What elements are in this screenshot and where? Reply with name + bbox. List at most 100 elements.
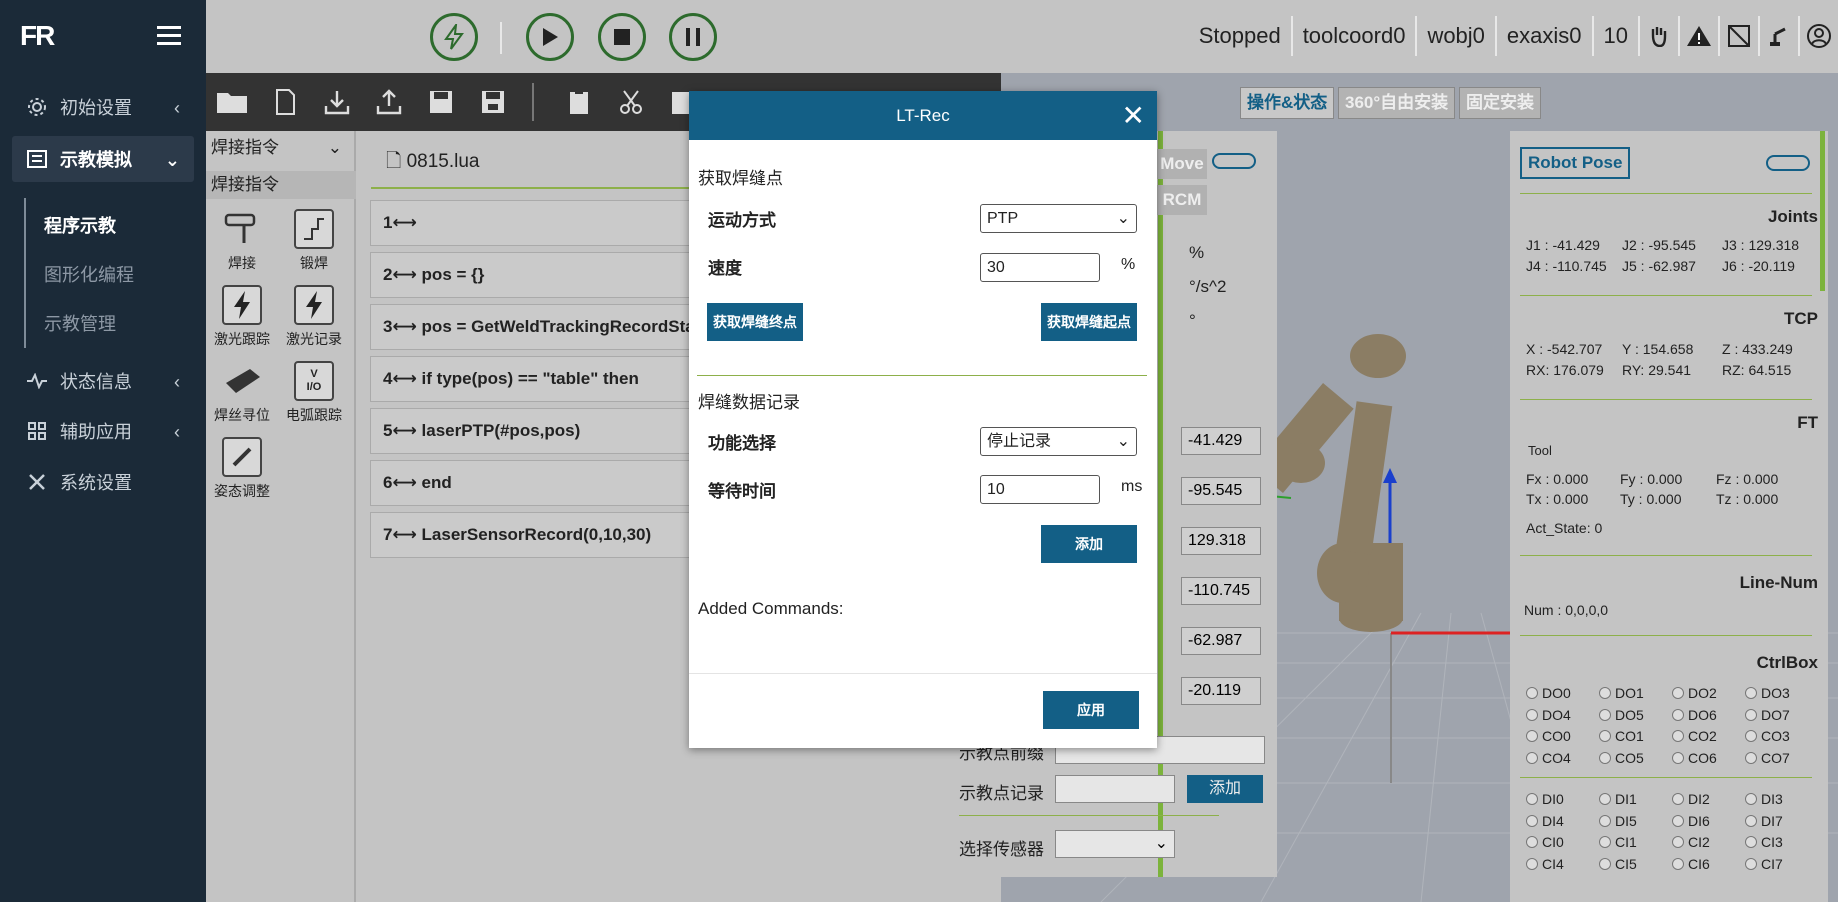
close-icon[interactable]: ✕: [1122, 91, 1145, 140]
robot-arm-icon[interactable]: [1758, 16, 1798, 56]
get-weld-end-button[interactable]: 获取焊缝终点: [707, 303, 803, 341]
io-ci5[interactable]: CI5: [1599, 856, 1637, 872]
io-ci0[interactable]: CI0: [1526, 834, 1564, 850]
tool-wire-search[interactable]: 焊丝寻位: [212, 361, 272, 425]
io-di7[interactable]: DI7: [1745, 813, 1783, 829]
io-co0[interactable]: CO0: [1526, 728, 1571, 744]
io-ci3[interactable]: CI3: [1745, 834, 1783, 850]
save-as-icon[interactable]: [480, 89, 506, 115]
tool-laser-record[interactable]: 激光记录: [284, 285, 344, 349]
add-teach-point-button[interactable]: 添加: [1187, 775, 1263, 803]
get-weld-start-button[interactable]: 获取焊缝起点: [1041, 303, 1137, 341]
new-file-icon[interactable]: [272, 89, 298, 115]
io-di6[interactable]: DI6: [1672, 813, 1710, 829]
instruction-category-select[interactable]: 焊接指令 ⌄: [206, 133, 356, 163]
io-co3[interactable]: CO3: [1745, 728, 1790, 744]
warning-icon[interactable]: [1678, 16, 1718, 56]
speed-value[interactable]: 10: [1591, 16, 1638, 56]
hand-icon[interactable]: [1638, 16, 1678, 56]
tool-pose-adjust[interactable]: 姿态调整: [212, 437, 272, 501]
divider: [1520, 777, 1812, 778]
io-di1[interactable]: DI1: [1599, 791, 1637, 807]
io-co6[interactable]: CO6: [1672, 750, 1717, 766]
divider: [532, 83, 534, 121]
io-co5[interactable]: CO5: [1599, 750, 1644, 766]
io-do5[interactable]: DO5: [1599, 707, 1644, 723]
radio-icon: [1745, 814, 1757, 827]
io-di0[interactable]: DI0: [1526, 791, 1564, 807]
speed-input[interactable]: 30: [980, 253, 1100, 282]
pose-toggle[interactable]: [1766, 155, 1810, 171]
menu-icon[interactable]: [157, 26, 181, 46]
pause-button[interactable]: [669, 13, 717, 61]
status-bar: Stopped toolcoord0 wobj0 exaxis0 10: [1189, 16, 1838, 56]
function-select[interactable]: 停止记录 ⌄: [980, 427, 1137, 456]
io-co2[interactable]: CO2: [1672, 728, 1717, 744]
tool-arc-track[interactable]: V I/O 电弧跟踪: [284, 361, 344, 425]
io-co1[interactable]: CO1: [1599, 728, 1644, 744]
save-icon[interactable]: [428, 89, 454, 115]
tool-coord[interactable]: toolcoord0: [1290, 16, 1416, 56]
radio-icon: [1526, 836, 1538, 848]
radio-icon: [1745, 751, 1757, 764]
io-do0[interactable]: DO0: [1526, 685, 1571, 701]
io-do4[interactable]: DO4: [1526, 707, 1571, 723]
io-co7[interactable]: CO7: [1745, 750, 1790, 766]
move-toggle[interactable]: [1212, 153, 1256, 169]
clipboard-icon[interactable]: [566, 89, 592, 115]
io-ci7[interactable]: CI7: [1745, 856, 1783, 872]
user-icon[interactable]: [1798, 16, 1838, 56]
open-folder-icon[interactable]: [216, 89, 248, 115]
io-ci4[interactable]: CI4: [1526, 856, 1564, 872]
teach-record-input[interactable]: [1055, 775, 1175, 803]
rcm-button[interactable]: RCM: [1157, 185, 1207, 215]
sidebar-item-system-settings[interactable]: 系统设置: [12, 459, 194, 505]
motion-select[interactable]: PTP ⌄: [980, 204, 1137, 233]
sidebar-subitem-graphic-programming[interactable]: 图形化编程: [44, 261, 134, 287]
add-command-button[interactable]: 添加: [1041, 525, 1137, 563]
download-icon[interactable]: [324, 89, 350, 115]
io-ci1[interactable]: CI1: [1599, 834, 1637, 850]
io-do2[interactable]: DO2: [1672, 685, 1717, 701]
io-ci2[interactable]: CI2: [1672, 834, 1710, 850]
power-button[interactable]: [430, 13, 478, 61]
drag-disabled-icon[interactable]: [1718, 16, 1758, 56]
wobj[interactable]: wobj0: [1415, 16, 1494, 56]
io-do6[interactable]: DO6: [1672, 707, 1717, 723]
sidebar-item-status-info[interactable]: 状态信息 ‹: [12, 358, 194, 404]
stop-button[interactable]: [598, 13, 646, 61]
io-di2[interactable]: DI2: [1672, 791, 1710, 807]
joint-value-2: -95.545: [1181, 477, 1261, 505]
io-do3[interactable]: DO3: [1745, 685, 1790, 701]
sensor-select[interactable]: ⌄: [1055, 830, 1175, 858]
radio-icon: [1599, 730, 1611, 742]
tool-forge-weld[interactable]: 锻焊: [284, 209, 344, 273]
wait-time-input[interactable]: 10: [980, 475, 1100, 504]
tool-weld[interactable]: 焊接: [212, 209, 272, 273]
io-co4[interactable]: CO4: [1526, 750, 1571, 766]
io-di5[interactable]: DI5: [1599, 813, 1637, 829]
robot-status: Stopped: [1198, 23, 1281, 48]
sidebar-subitem-program-teach[interactable]: 程序示教: [44, 212, 116, 238]
tcp-rz: RZ: 64.515: [1722, 362, 1792, 378]
move-button[interactable]: Move: [1157, 149, 1207, 179]
sidebar-item-init-settings[interactable]: 初始设置 ‹: [12, 84, 194, 130]
exaxis[interactable]: exaxis0: [1494, 16, 1592, 56]
io-ci6[interactable]: CI6: [1672, 856, 1710, 872]
sidebar-item-teach-sim[interactable]: 示教模拟 ⌄: [12, 136, 194, 182]
ctrlbox-title: CtrlBox: [1756, 653, 1818, 672]
io-do7[interactable]: DO7: [1745, 707, 1790, 723]
io-label: CI2: [1688, 834, 1710, 850]
upload-icon[interactable]: [376, 89, 402, 115]
tool-laser-track[interactable]: 激光跟踪: [212, 285, 272, 349]
apply-button[interactable]: 应用: [1043, 691, 1139, 729]
divider: [1520, 295, 1812, 296]
io-di4[interactable]: DI4: [1526, 813, 1564, 829]
joint-value-1: -41.429: [1181, 427, 1261, 455]
sidebar-subitem-teach-manage[interactable]: 示教管理: [44, 310, 116, 336]
play-button[interactable]: [526, 13, 574, 61]
io-do1[interactable]: DO1: [1599, 685, 1644, 701]
scissors-icon[interactable]: [618, 89, 644, 115]
sidebar-item-aux-apps[interactable]: 辅助应用 ‹: [12, 408, 194, 454]
io-di3[interactable]: DI3: [1745, 791, 1783, 807]
